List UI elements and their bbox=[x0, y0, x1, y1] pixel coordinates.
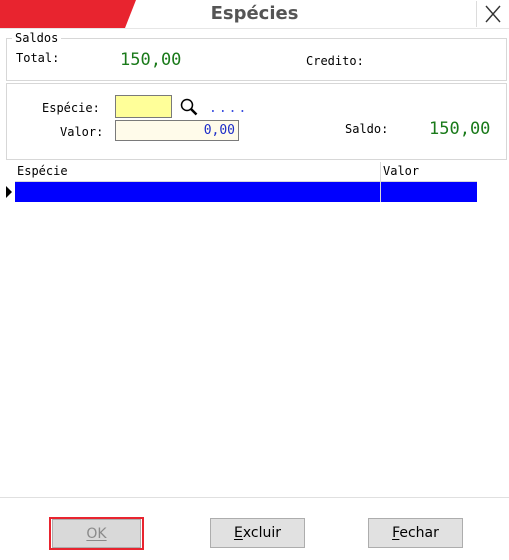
especie-label: Espécie: bbox=[42, 101, 100, 115]
credito-label: Credito: bbox=[306, 54, 364, 68]
current-row-arrow-icon bbox=[6, 186, 12, 198]
close-button[interactable] bbox=[476, 1, 509, 27]
close-icon bbox=[485, 5, 501, 23]
window-title: Espécies bbox=[210, 3, 299, 24]
row-indicator bbox=[3, 184, 13, 200]
saldos-group bbox=[6, 38, 507, 81]
magnifier-icon bbox=[180, 98, 198, 116]
fechar-button[interactable]: Fechar bbox=[368, 518, 463, 548]
column-header-valor[interactable]: Valor bbox=[383, 164, 419, 178]
saldo-value: 150,00 bbox=[429, 119, 491, 139]
valor-input[interactable]: 0,00 bbox=[115, 120, 239, 141]
total-label: Total: bbox=[16, 51, 60, 65]
saldos-legend: Saldos bbox=[12, 31, 62, 45]
table-row[interactable] bbox=[15, 182, 477, 202]
especie-input[interactable] bbox=[115, 95, 172, 118]
saldo-label: Saldo: bbox=[345, 122, 389, 136]
fechar-button-label: Fechar bbox=[392, 525, 439, 541]
ok-button[interactable]: OK bbox=[52, 519, 141, 548]
ok-button-label: OK bbox=[86, 526, 107, 542]
column-header-especie[interactable]: Espécie bbox=[17, 164, 68, 178]
grid-empty-area bbox=[15, 203, 477, 493]
column-separator bbox=[380, 162, 381, 202]
valor-label: Valor: bbox=[60, 125, 104, 139]
search-button[interactable] bbox=[178, 96, 200, 118]
especie-description: .... bbox=[209, 101, 249, 116]
total-value: 150,00 bbox=[120, 50, 182, 70]
excluir-button[interactable]: Excluir bbox=[210, 518, 305, 548]
excluir-button-label: Excluir bbox=[233, 525, 281, 541]
